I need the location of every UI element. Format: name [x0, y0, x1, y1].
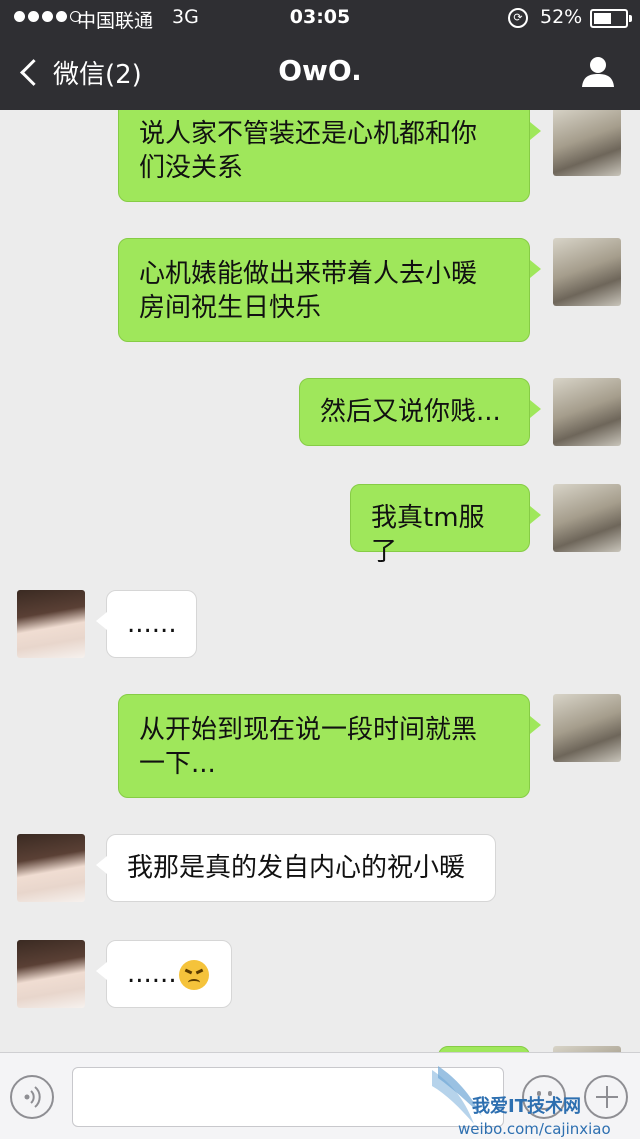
- watermark-title: 我爱IT技术网: [472, 1096, 581, 1117]
- avatar[interactable]: [17, 590, 85, 658]
- message-line: 然后又说你贱...: [320, 397, 501, 427]
- bubble-tail: [530, 122, 541, 140]
- message-line: 们没关系: [139, 153, 244, 183]
- avatar[interactable]: [553, 694, 621, 762]
- bubble-tail: [530, 400, 541, 418]
- message-bubble[interactable]: 然后又说你贱...: [299, 378, 530, 446]
- battery-tip: [629, 15, 632, 22]
- avatar[interactable]: [553, 378, 621, 446]
- message-bubble[interactable]: 从开始到现在说一段时间就黑 一下...: [118, 694, 530, 798]
- message-bubble[interactable]: ......: [106, 940, 232, 1008]
- message-line: ......: [127, 959, 177, 989]
- message-line: ......: [127, 609, 177, 639]
- bubble-tail: [530, 260, 541, 278]
- message-bubble[interactable]: 我那是真的发自内心的祝小暖: [106, 834, 496, 902]
- message-line: 我那是真的发自内心的祝小暖: [127, 853, 466, 883]
- bubble-tail: [96, 856, 107, 874]
- rotation-lock-icon: ⟳: [508, 8, 528, 28]
- avatar[interactable]: [553, 238, 621, 306]
- profile-icon[interactable]: [580, 54, 616, 88]
- bubble-tail: [96, 962, 107, 980]
- message-bubble[interactable]: 心机婊能做出来带着人去小暖 房间祝生日快乐: [118, 238, 530, 342]
- bubble-tail: [530, 716, 541, 734]
- battery-percent: 52%: [540, 6, 583, 28]
- message-line: 心机婊能做出来带着人去小暖: [139, 259, 478, 289]
- watermark: 我爱IT技术网 weibo.com/cajinxiao: [430, 1058, 640, 1138]
- watermark-url: weibo.com/cajinxiao: [458, 1120, 611, 1138]
- bubble-tail: [96, 612, 107, 630]
- bubble-tail: [530, 506, 541, 524]
- avatar[interactable]: [17, 940, 85, 1008]
- angry-face-icon: [178, 959, 209, 990]
- top-bar: 中国联通 3G 03:05 ⟳ 52% 微信(2) OwO.: [0, 0, 640, 110]
- battery-icon: [590, 9, 628, 28]
- message-bubble[interactable]: 说人家不管装还是心机都和你 们没关系: [118, 110, 530, 202]
- message-line: 从开始到现在说一段时间就黑: [139, 715, 478, 745]
- avatar[interactable]: [17, 834, 85, 902]
- status-bar: 中国联通 3G 03:05 ⟳ 52%: [0, 0, 640, 36]
- message-line: 房间祝生日快乐: [139, 293, 322, 323]
- message-line: 一下...: [139, 749, 216, 779]
- message-bubble[interactable]: 我真tm服了: [350, 484, 530, 567]
- chat-area[interactable]: 说人家不管装还是心机都和你 们没关系 心机婊能做出来带着人去小暖 房间祝生日快乐…: [0, 110, 640, 1052]
- message-line: 我真tm服了: [371, 503, 485, 567]
- avatar[interactable]: [553, 110, 621, 176]
- voice-icon[interactable]: [10, 1075, 54, 1119]
- message-bubble[interactable]: ......: [106, 590, 197, 658]
- message-line: 说人家不管装还是心机都和你: [139, 119, 478, 149]
- chat-title: OwO.: [278, 54, 362, 87]
- avatar[interactable]: [553, 484, 621, 552]
